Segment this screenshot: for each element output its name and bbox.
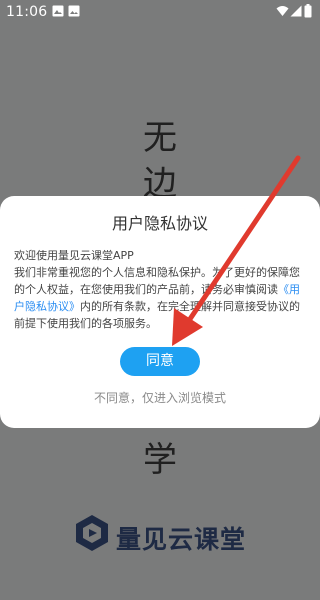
dialog-body-text: 我们非常重视您的个人信息和隐私保护。为了更好的保障您的个人权益，在您使用我们的产… <box>14 264 308 332</box>
wifi-icon <box>276 5 289 21</box>
agree-button[interactable]: 同意 <box>120 347 200 376</box>
battery-icon <box>304 4 312 22</box>
logo-text: 量见云课堂 <box>116 525 247 554</box>
status-bar: 11:06 <box>0 0 320 24</box>
dialog-body-part1: 我们非常重视您的个人信息和隐私保护。为了更好的保障您的个人权益，在您使用我们的产… <box>14 266 300 296</box>
signal-icon <box>290 5 302 21</box>
splash-char-1: 无 <box>143 118 177 158</box>
splash-char-3: 学 <box>143 440 177 480</box>
privacy-dialog: 用户隐私协议 欢迎使用量见云课堂APP 我们非常重视您的个人信息和隐私保护。为了… <box>0 196 320 428</box>
dialog-body-intro: 欢迎使用量见云课堂APP <box>14 249 134 262</box>
app-logo: 量见云课堂 <box>72 513 272 557</box>
gallery-icon <box>52 5 64 21</box>
dialog-body: 欢迎使用量见云课堂APP 我们非常重视您的个人信息和隐私保护。为了更好的保障您的… <box>14 247 308 332</box>
disagree-browse-mode-link[interactable]: 不同意，仅进入浏览模式 <box>0 389 320 406</box>
dialog-title: 用户隐私协议 <box>111 214 208 233</box>
logo-mark-icon <box>76 515 108 551</box>
status-time: 11:06 <box>6 4 48 20</box>
image-icon <box>68 5 80 21</box>
